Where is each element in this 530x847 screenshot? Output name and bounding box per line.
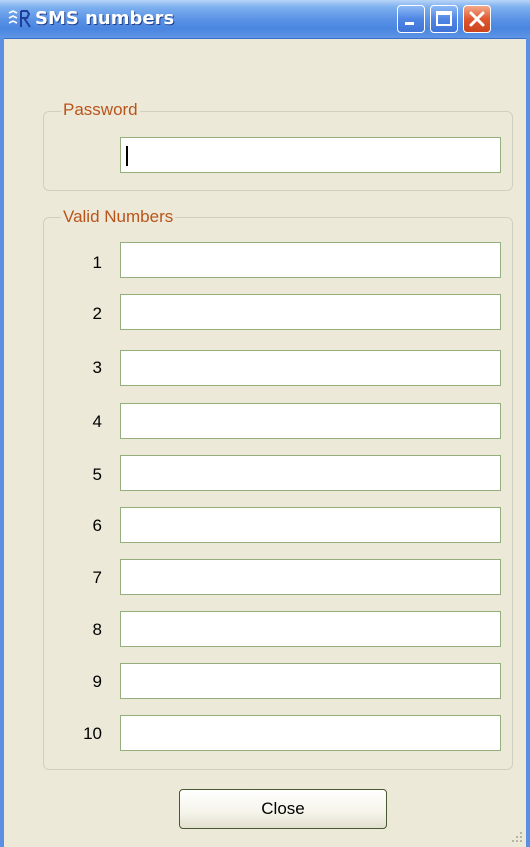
number-field-7[interactable] <box>120 559 501 595</box>
maximize-button[interactable] <box>430 5 458 33</box>
title-bar[interactable]: SMS numbers <box>0 0 530 39</box>
minimize-icon <box>405 22 414 25</box>
text-caret <box>126 146 128 166</box>
row-label-10: 10 <box>83 724 102 743</box>
window-frame-right <box>526 38 530 847</box>
number-field-1[interactable] <box>120 242 501 278</box>
window-frame-left <box>0 38 4 847</box>
valid-numbers-group-legend: Valid Numbers <box>61 207 176 227</box>
number-field-2[interactable] <box>120 294 501 330</box>
row-label-7: 7 <box>92 568 102 587</box>
row-label-8: 8 <box>92 620 102 639</box>
window-title: SMS numbers <box>35 8 175 29</box>
row-label-1: 1 <box>92 253 102 272</box>
number-field-6[interactable] <box>120 507 501 543</box>
number-field-10[interactable] <box>120 715 501 751</box>
close-icon <box>469 11 485 27</box>
minimize-button[interactable] <box>397 5 425 33</box>
number-field-8[interactable] <box>120 611 501 647</box>
close-button[interactable]: Close <box>179 789 387 829</box>
app-logo-icon <box>8 9 32 29</box>
resize-grip-icon[interactable] <box>508 828 524 844</box>
row-label-5: 5 <box>92 465 102 484</box>
row-label-6: 6 <box>92 516 102 535</box>
password-group-legend: Password <box>61 100 140 120</box>
number-field-9[interactable] <box>120 663 501 699</box>
close-window-button[interactable] <box>463 5 491 33</box>
sms-numbers-window: SMS numbers Password Valid Numbers 1 2 3 <box>0 0 530 847</box>
maximize-icon <box>436 11 452 26</box>
row-label-4: 4 <box>92 412 102 431</box>
number-field-5[interactable] <box>120 455 501 491</box>
number-field-3[interactable] <box>120 350 501 386</box>
password-field[interactable] <box>120 137 501 173</box>
row-label-2: 2 <box>92 304 102 323</box>
row-label-9: 9 <box>92 672 102 691</box>
number-field-4[interactable] <box>120 403 501 439</box>
row-label-3: 3 <box>92 358 102 377</box>
